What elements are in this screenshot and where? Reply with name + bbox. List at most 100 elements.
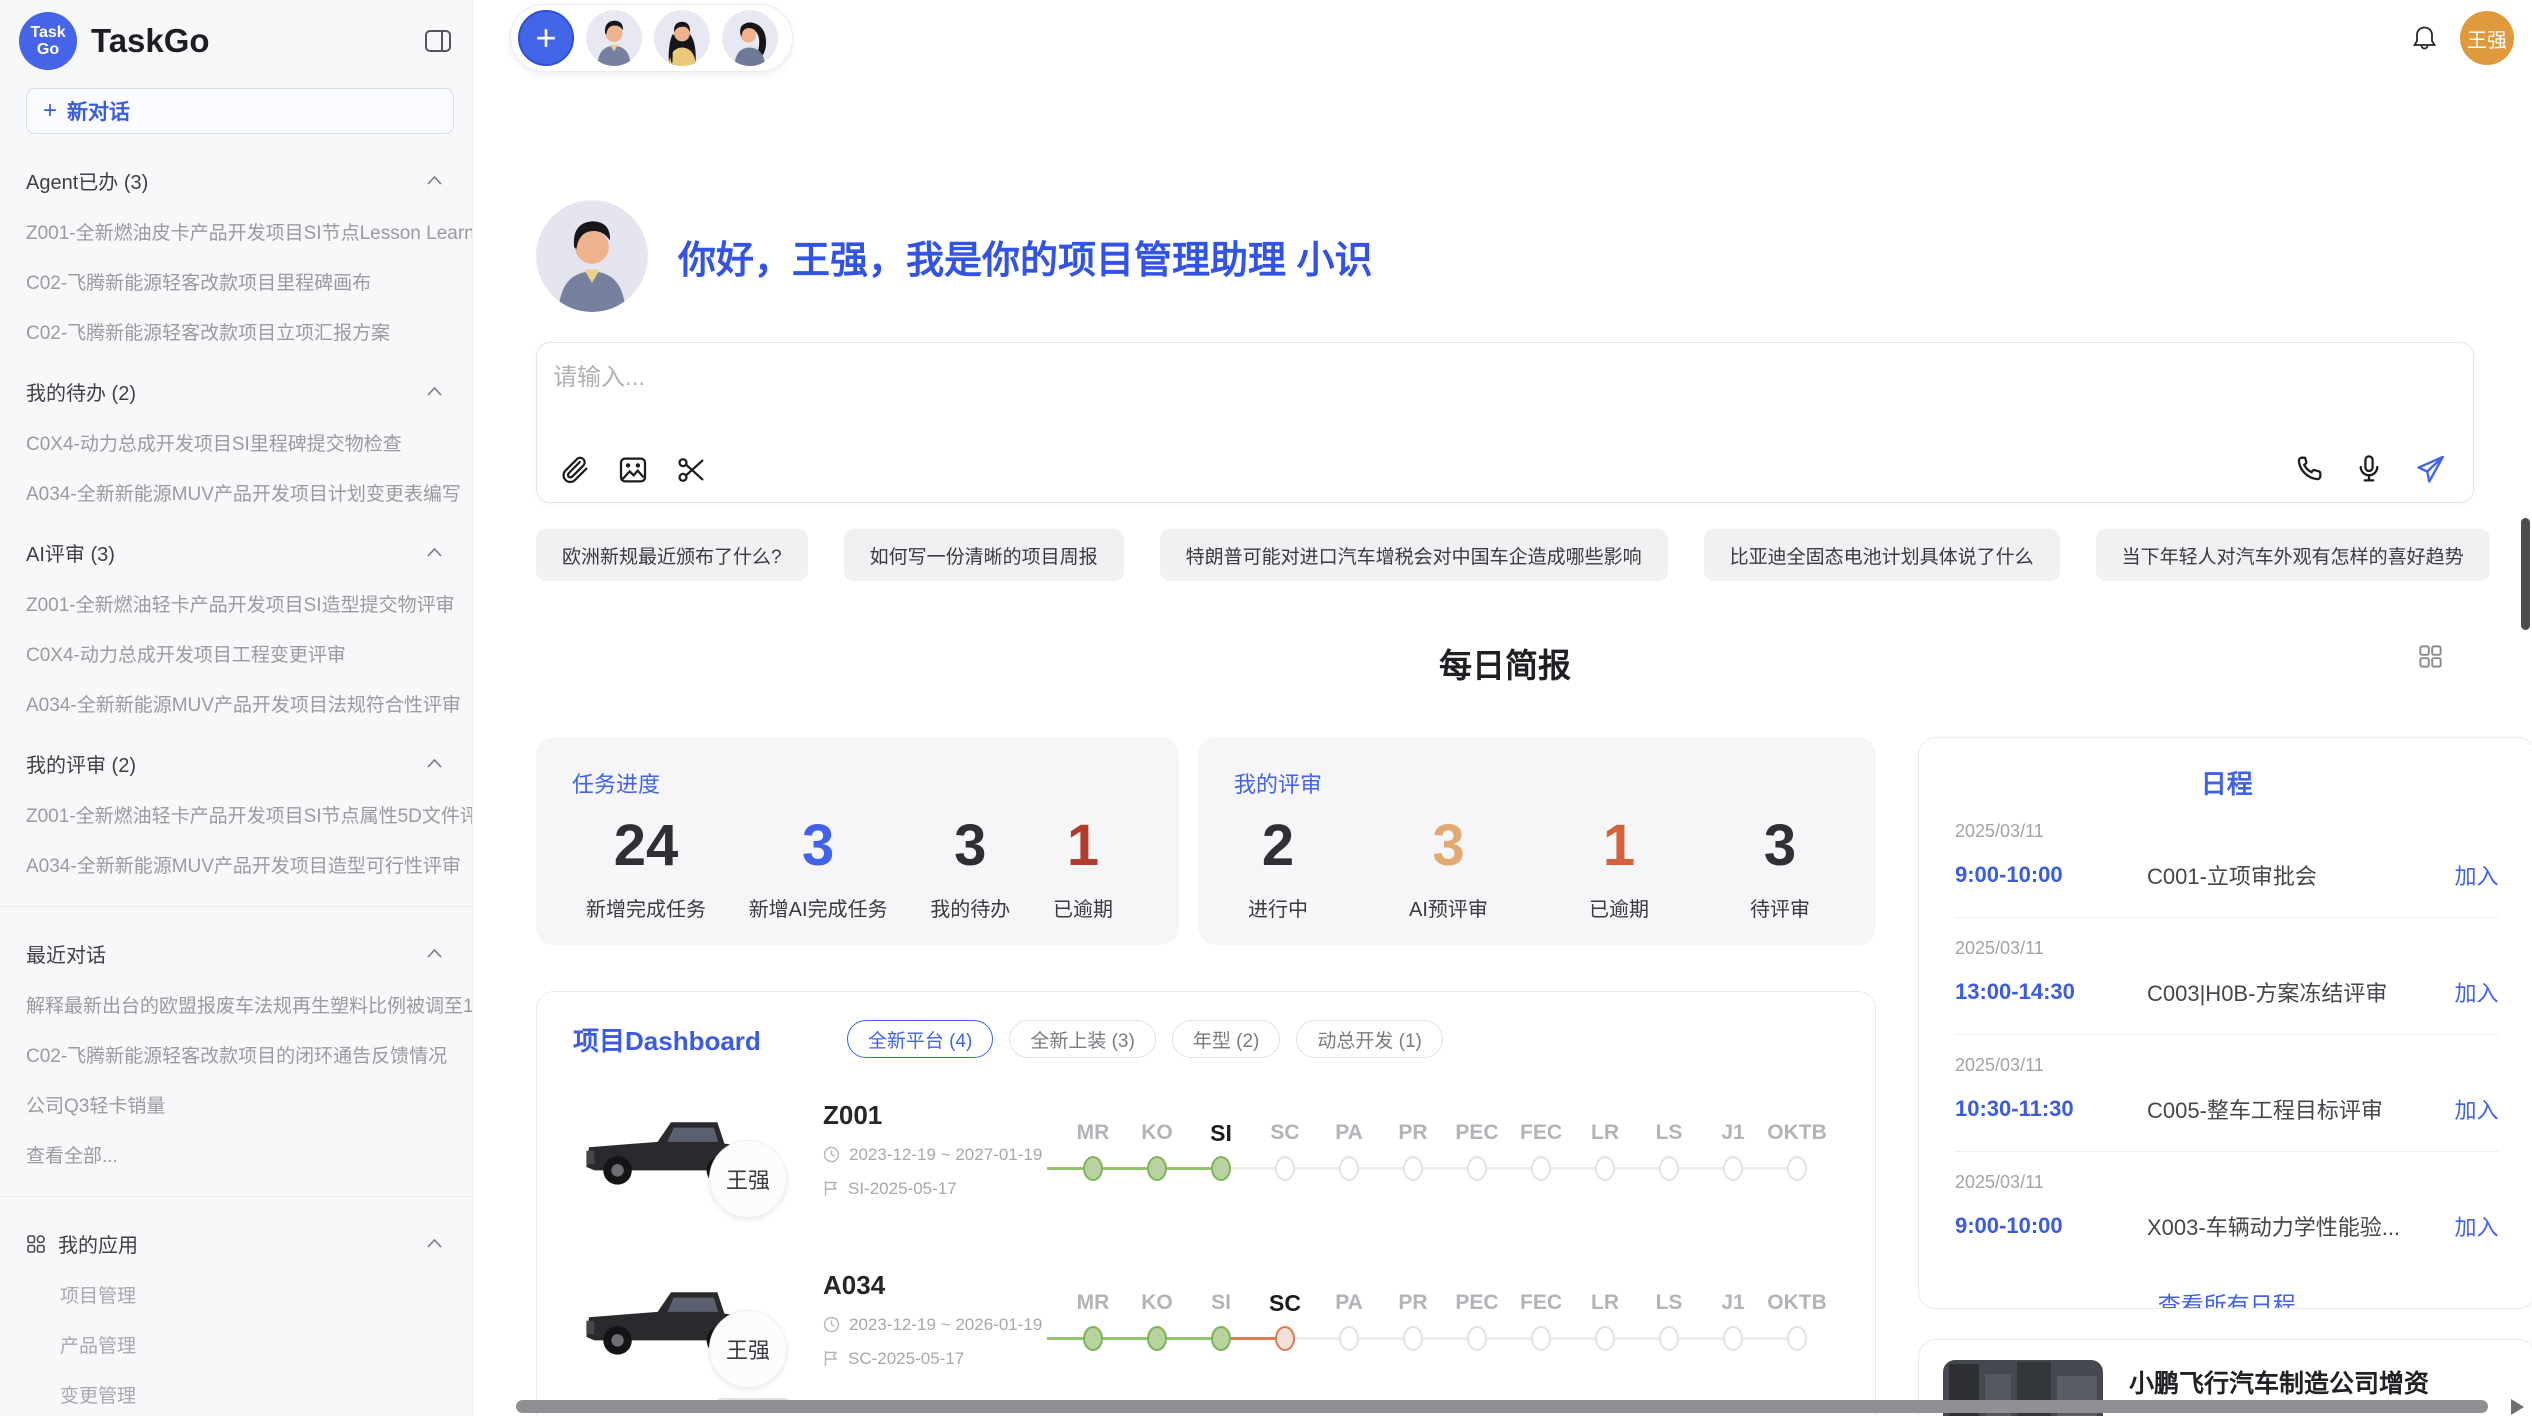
milestone: LR xyxy=(1573,1118,1637,1181)
milestone: PEC xyxy=(1445,1288,1509,1351)
tab-powertrain[interactable]: 动总开发 (1) xyxy=(1296,1020,1443,1058)
layout-grid-icon[interactable] xyxy=(2417,643,2444,670)
milestone-label: LR xyxy=(1573,1118,1637,1148)
section-my-review-header[interactable]: 我的评审 (2) xyxy=(0,749,472,778)
section-recent-chats-header[interactable]: 最近对话 xyxy=(0,939,472,968)
stat-value: 3 xyxy=(1409,813,1488,879)
sidebar-item[interactable]: 公司Q3轻卡销量 xyxy=(0,1091,472,1118)
milestone: J1 xyxy=(1701,1118,1765,1181)
sidebar-item[interactable]: C0X4-动力总成开发项目工程变更评审 xyxy=(0,640,472,667)
schedule-item[interactable]: 2025/03/11 10:30-11:30 C005-整车工程目标评审 加入 xyxy=(1955,1035,2499,1152)
suggestion-chip[interactable]: 欧洲新规最近颁布了什么? xyxy=(536,529,808,581)
task-progress-card: 任务进度 24 新增完成任务 3 新增AI完成任务 xyxy=(536,737,1179,945)
content: 你好，王强，我是你的项目管理助理 小识 欧洲新规最近颁布了什么? 如何写一份清晰… xyxy=(473,200,2532,1416)
attach-icon[interactable] xyxy=(559,454,591,486)
image-upload-icon[interactable] xyxy=(617,454,649,486)
join-link[interactable]: 加入 xyxy=(2455,976,2499,1008)
schedule-item[interactable]: 2025/03/11 9:00-10:00 X003-车辆动力学性能验... 加… xyxy=(1955,1152,2499,1268)
add-session-button[interactable]: + xyxy=(518,10,574,66)
milestone-dot xyxy=(1083,1156,1103,1181)
app-item-change-mgmt[interactable]: 变更管理 xyxy=(0,1381,472,1408)
stat-value: 3 xyxy=(1750,813,1810,879)
section-my-apps-header[interactable]: 我的应用 xyxy=(0,1229,472,1258)
app-item-project-mgmt[interactable]: 项目管理 xyxy=(0,1281,472,1308)
schedule-time: 10:30-11:30 xyxy=(1955,1096,2113,1122)
flag-label: SC-2025-05-17 xyxy=(848,1349,964,1369)
milestone-dot xyxy=(1275,1326,1295,1351)
date-range: 2023-12-19 ~ 2026-01-19 xyxy=(849,1315,1042,1335)
sidebar-collapse-icon[interactable] xyxy=(424,28,452,54)
stat-cards: 任务进度 24 新增完成任务 3 新增AI完成任务 xyxy=(536,737,1876,945)
new-chat-button[interactable]: + 新对话 xyxy=(26,88,454,134)
milestone-label: FEC xyxy=(1509,1118,1573,1148)
sidebar-item[interactable]: A034-全新新能源MUV产品开发项目造型可行性评审 xyxy=(0,851,472,878)
milestone-label: LS xyxy=(1637,1288,1701,1318)
milestone: PA xyxy=(1317,1118,1381,1181)
topbar: + 王强 xyxy=(473,0,2532,72)
sidebar-item[interactable]: Z001-全新燃油轻卡产品开发项目SI节点属性5D文件评审 xyxy=(0,801,472,828)
suggestion-chip[interactable]: 特朗普可能对进口汽车增税会对中国车企造成哪些影响 xyxy=(1160,529,1668,581)
tab-model-year[interactable]: 年型 (2) xyxy=(1172,1020,1281,1058)
schedule-name: X003-车辆动力学性能验... xyxy=(2147,1210,2455,1242)
milestone-label: FEC xyxy=(1509,1288,1573,1318)
sidebar: Task Go TaskGo + 新对话 Agent已办 (3) Z001-全新… xyxy=(0,0,473,1416)
join-link[interactable]: 加入 xyxy=(2455,1093,2499,1125)
sidebar-item[interactable]: Z001-全新燃油皮卡产品开发项目SI节点Lesson Learn报告 xyxy=(0,218,472,245)
project-dashboard-card: 项目Dashboard 全新平台 (4) 全新上装 (3) 年型 (2) 动总开… xyxy=(536,991,1876,1416)
avatar-woman-ponytail[interactable] xyxy=(722,10,778,66)
avatar-woman-long-hair[interactable] xyxy=(654,10,710,66)
greeting-row: 你好，王强，我是你的项目管理助理 小识 xyxy=(536,200,2474,312)
chat-input[interactable] xyxy=(553,357,2457,427)
section-ai-review-header[interactable]: AI评审 (3) xyxy=(0,538,472,567)
milestone: KO xyxy=(1125,1118,1189,1181)
phone-icon[interactable] xyxy=(2293,453,2325,485)
tab-new-body[interactable]: 全新上装 (3) xyxy=(1009,1020,1156,1058)
section-agent-done-header[interactable]: Agent已办 (3) xyxy=(0,166,472,195)
sidebar-item[interactable]: C02-飞腾新能源轻客改款项目立项汇报方案 xyxy=(0,318,472,345)
milestone-dot xyxy=(1595,1156,1615,1181)
scroll-right-arrow-icon[interactable] xyxy=(2511,1399,2524,1415)
schedule-item[interactable]: 2025/03/11 13:00-14:30 C003|H0B-方案冻结评审 加… xyxy=(1955,918,2499,1035)
send-icon[interactable] xyxy=(2413,452,2447,486)
milestone-label: LR xyxy=(1573,1288,1637,1318)
milestone: PR xyxy=(1381,1118,1445,1181)
suggestion-chip[interactable]: 如何写一份清晰的项目周报 xyxy=(844,529,1124,581)
milestone-dot xyxy=(1275,1156,1295,1181)
join-link[interactable]: 加入 xyxy=(2455,1210,2499,1242)
suggestion-chip[interactable]: 比亚迪全固态电池计划具体说了什么 xyxy=(1704,529,2060,581)
view-all-chats-link[interactable]: 查看全部... xyxy=(0,1141,472,1168)
milestone: OKTB xyxy=(1765,1288,1829,1351)
app-root: Task Go TaskGo + 新对话 Agent已办 (3) Z001-全新… xyxy=(0,0,2532,1416)
sidebar-item[interactable]: 解释最新出台的欧盟报废车法规再生塑料比例被调至15%... xyxy=(0,991,472,1018)
milestone-label: SC xyxy=(1253,1118,1317,1148)
user-avatar[interactable]: 王强 xyxy=(2460,11,2514,65)
sidebar-item[interactable]: C02-飞腾新能源轻客改款项目里程碑画布 xyxy=(0,268,472,295)
view-all-schedule-link[interactable]: 查看所有日程 xyxy=(1955,1268,2499,1309)
suggestion-chip[interactable]: 当下年轻人对汽车外观有怎样的喜好趋势 xyxy=(2096,529,2490,581)
project-row[interactable]: 王强 Z001 2023-12-19 ~ 2027-01-19 xyxy=(573,1070,1875,1228)
mic-icon[interactable] xyxy=(2353,453,2385,485)
project-row[interactable]: 王强 A034 2023-12-19 ~ 2026-01-19 xyxy=(573,1240,1875,1398)
right-rail: 日程 2025/03/11 9:00-10:00 C001-立项审批会 加入 2… xyxy=(1918,737,2532,1416)
tab-new-platform[interactable]: 全新平台 (4) xyxy=(847,1020,994,1058)
schedule-card: 日程 2025/03/11 9:00-10:00 C001-立项审批会 加入 2… xyxy=(1918,737,2532,1309)
sidebar-item[interactable]: Z001-全新燃油轻卡产品开发项目SI造型提交物评审 xyxy=(0,590,472,617)
horizontal-scrollbar[interactable] xyxy=(516,1400,2488,1413)
vertical-scrollbar[interactable] xyxy=(2521,518,2530,630)
avatar-man[interactable] xyxy=(586,10,642,66)
section-my-todo-header[interactable]: 我的待办 (2) xyxy=(0,377,472,406)
sidebar-item[interactable]: C02-飞腾新能源轻客改款项目的闭环通告反馈情况 xyxy=(0,1041,472,1068)
project-code: A034 xyxy=(823,1270,1061,1301)
app-item-product-mgmt[interactable]: 产品管理 xyxy=(0,1331,472,1358)
screenshot-scissors-icon[interactable] xyxy=(675,454,707,486)
schedule-item[interactable]: 2025/03/11 9:00-10:00 C001-立项审批会 加入 xyxy=(1955,801,2499,918)
sidebar-item[interactable]: A034-全新新能源MUV产品开发项目计划变更表编写 xyxy=(0,479,472,506)
stat-value: 24 xyxy=(586,813,706,879)
sidebar-item[interactable]: C0X4-动力总成开发项目SI里程碑提交物检查 xyxy=(0,429,472,456)
join-link[interactable]: 加入 xyxy=(2455,859,2499,891)
bell-icon[interactable] xyxy=(2411,24,2438,53)
schedule-date: 2025/03/11 xyxy=(1955,1172,2499,1193)
project-info: A034 2023-12-19 ~ 2026-01-19 SC-2025-05-… xyxy=(823,1270,1061,1369)
milestone-dot xyxy=(1147,1326,1167,1351)
sidebar-item[interactable]: A034-全新新能源MUV产品开发项目法规符合性评审 xyxy=(0,690,472,717)
